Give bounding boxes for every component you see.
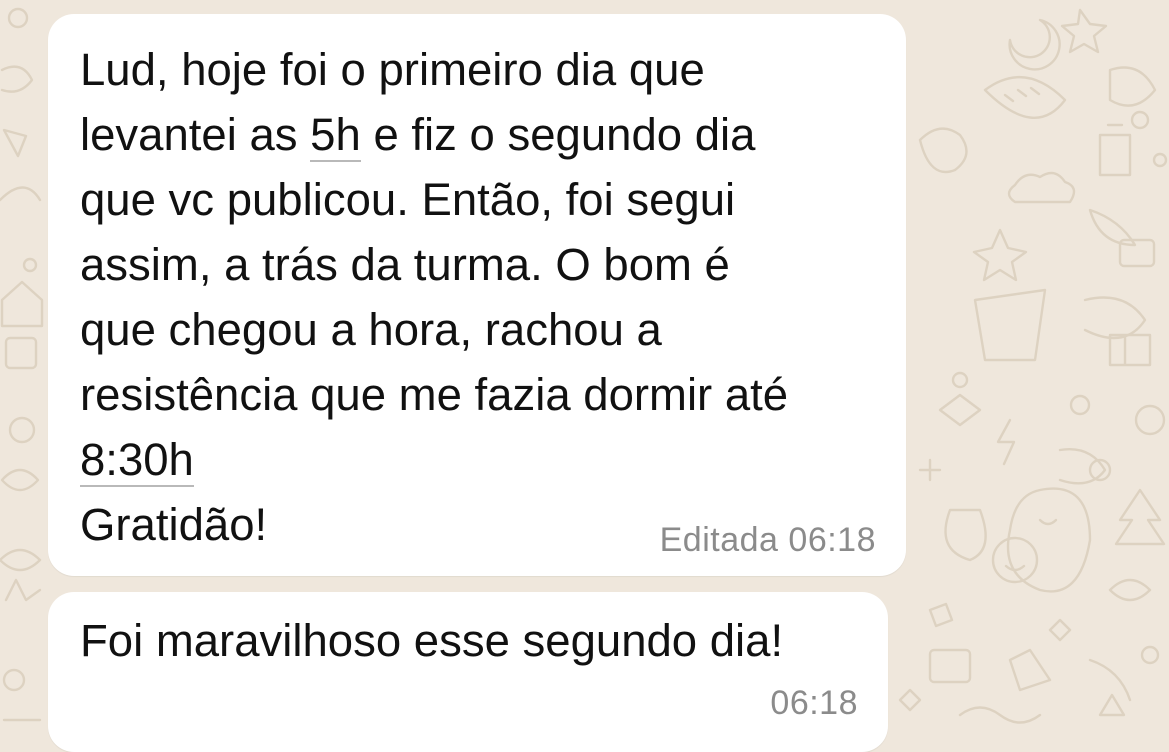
message-line: que chegou a hora, rachou a (80, 304, 662, 355)
doodle-pear (944, 508, 987, 562)
doodle-moon (1008, 18, 1061, 71)
time-link[interactable]: 8:30h (80, 434, 194, 487)
doodle-cloud (1007, 171, 1076, 204)
doodle-face (991, 536, 1039, 584)
doodle-ticket (1008, 648, 1052, 692)
doodle-triangle (2, 128, 28, 158)
incoming-message-bubble[interactable]: Foi maravilhoso esse segundo dia! 06:18 (48, 592, 888, 752)
doodle-ring-2 (1134, 404, 1166, 436)
doodle-circle-2 (2, 668, 26, 692)
message-text: Foi maravilhoso esse segundo dia! (80, 608, 783, 673)
incoming-message-bubble[interactable]: Lud, hoje foi o primeiro dia que levante… (48, 14, 906, 576)
doodle-dot-6 (1140, 645, 1160, 665)
doodle-star (1060, 8, 1108, 54)
message-timestamp: 06:18 (788, 521, 876, 559)
message-text-segment: levantei as (80, 109, 311, 160)
message-line: Lud, hoje foi o primeiro dia que (80, 44, 705, 95)
edited-label: Editada (659, 521, 779, 559)
doodle-zigzag (4, 578, 42, 602)
message-meta: Editada 06:18 (660, 521, 876, 560)
doodle-dot-5 (1069, 394, 1091, 416)
doodle-gift (1108, 333, 1152, 367)
message-line: assim, a trás da turma. O bom é (80, 239, 730, 290)
doodle-dot-2 (1130, 110, 1150, 130)
doodle-ring (8, 416, 36, 444)
doodle-face-smile (1004, 564, 1026, 572)
message-timestamp: 06:18 (770, 684, 858, 722)
doodle-taco (1108, 66, 1157, 107)
doodle-house (0, 280, 44, 328)
message-text-segment: e fiz o segundo dia (360, 109, 756, 160)
message-line: 8:30h (80, 427, 788, 492)
message-meta: 06:18 (770, 684, 858, 723)
message-line: que vc publicou. Então, foi segui (80, 174, 736, 225)
doodle-eye (0, 468, 40, 492)
doodle-diamond-2 (898, 688, 922, 712)
doodle-football-laces (1003, 86, 1041, 103)
message-line: resistência que me fazia dormir até (80, 369, 789, 420)
doodle-football (983, 76, 1067, 119)
doodle-candy (1108, 578, 1152, 602)
doodle-dot-3 (1152, 152, 1168, 168)
doodle-dot (22, 257, 38, 273)
doodle-leaf-2 (1058, 448, 1107, 485)
doodle-frame (928, 648, 972, 684)
doodle-sparkle (1048, 618, 1072, 642)
message-line: levantei as 5h e fiz o segundo dia (80, 102, 788, 167)
time-link[interactable]: 5h (310, 109, 361, 162)
doodle-fish (1083, 296, 1147, 340)
doodle-plus (918, 458, 942, 482)
doodle-avocado (1006, 487, 1092, 593)
message-line: Foi maravilhoso esse segundo dia! (80, 615, 784, 666)
doodle-leaf (0, 65, 34, 93)
doodle-diamond (938, 393, 982, 427)
doodle-lemon (0, 548, 42, 572)
doodle-triangle-2 (1098, 693, 1126, 717)
doodle-avocado-smile (1038, 518, 1058, 526)
doodle-tree (1114, 488, 1166, 546)
message-text: Lud, hoje foi o primeiro dia que levante… (80, 37, 788, 557)
doodle-arc-2 (1088, 658, 1132, 702)
doodle-blob (918, 127, 968, 174)
doodle-square-2 (928, 602, 954, 628)
doodle-dot-4 (951, 371, 969, 389)
doodle-pot (973, 288, 1047, 362)
doodle-arc (0, 186, 42, 202)
doodle-wave (958, 706, 1042, 724)
doodle-bolt (996, 418, 1016, 466)
doodle-bottle (1098, 123, 1132, 177)
doodle-square (4, 336, 38, 370)
doodle-star-2 (972, 228, 1028, 282)
doodle-circle (7, 7, 29, 29)
